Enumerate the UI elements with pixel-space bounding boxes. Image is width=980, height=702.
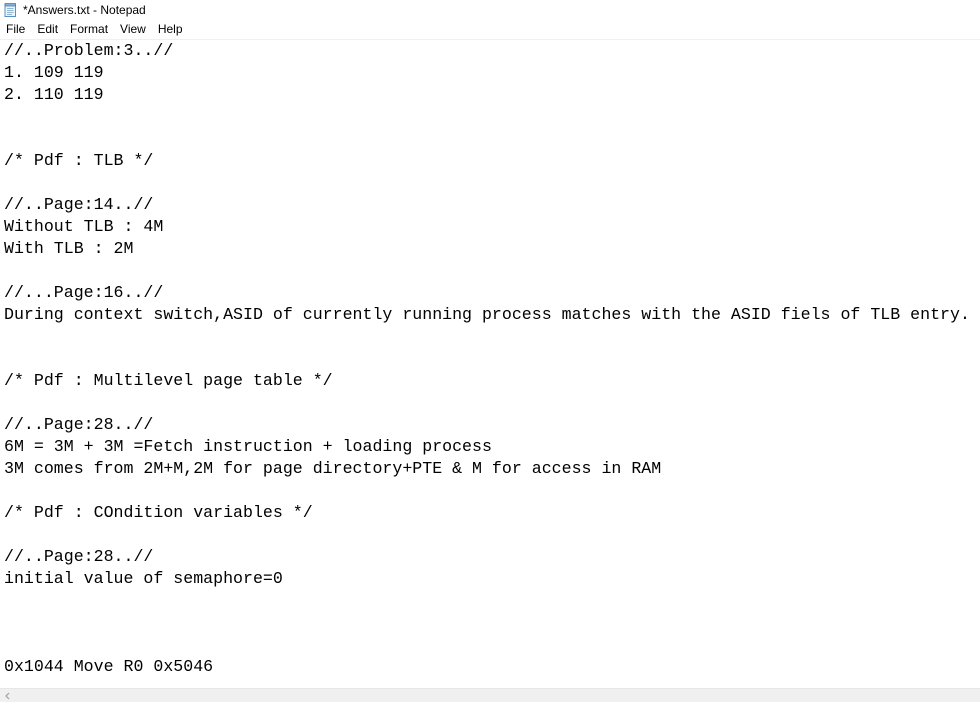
editor-text[interactable]: //..Problem:3..//1. 109 119 2. 110 119 /* … (4, 40, 980, 678)
text-line[interactable]: 6M = 3M + 3M =Fetch instruction + loadin… (4, 436, 980, 458)
menu-help[interactable]: Help (152, 20, 189, 39)
text-line[interactable]: /* Pdf : Multilevel page table */ (4, 370, 980, 392)
text-line[interactable] (4, 612, 980, 634)
text-line[interactable]: //..Problem:3..// (4, 40, 980, 62)
text-line[interactable]: 1. 109 119 (4, 62, 980, 84)
text-line[interactable] (4, 392, 980, 414)
text-line[interactable]: Without TLB : 4M (4, 216, 980, 238)
text-line[interactable] (4, 106, 980, 128)
text-line[interactable] (4, 348, 980, 370)
text-line[interactable]: 2. 110 119 (4, 84, 980, 106)
scroll-left-arrow-icon[interactable] (2, 690, 14, 702)
text-line[interactable]: initial value of semaphore=0 (4, 568, 980, 590)
text-line[interactable] (4, 634, 980, 656)
text-line[interactable] (4, 260, 980, 282)
text-line[interactable]: With TLB : 2M (4, 238, 980, 260)
window-title: *Answers.txt - Notepad (23, 2, 146, 17)
menu-format[interactable]: Format (64, 20, 114, 39)
text-line[interactable]: 0x1044 Move R0 0x5046 (4, 656, 980, 678)
text-line[interactable]: //...Page:16..// (4, 282, 980, 304)
text-editor-area[interactable]: //..Problem:3..//1. 109 119 2. 110 119 /* … (0, 40, 980, 688)
text-line[interactable]: //..Page:28..// (4, 414, 980, 436)
notepad-window: *Answers.txt - Notepad File Edit Format … (0, 0, 980, 702)
text-line[interactable]: 3M comes from 2M+M,2M for page directory… (4, 458, 980, 480)
text-line[interactable] (4, 524, 980, 546)
menu-view[interactable]: View (114, 20, 152, 39)
text-line[interactable]: //..Page:28..// (4, 546, 980, 568)
text-line[interactable] (4, 128, 980, 150)
text-line[interactable]: /* Pdf : TLB */ (4, 150, 980, 172)
notepad-icon (4, 2, 17, 17)
text-line[interactable] (4, 172, 980, 194)
menu-bar: File Edit Format View Help (0, 20, 980, 40)
menu-file[interactable]: File (0, 20, 31, 39)
title-bar[interactable]: *Answers.txt - Notepad (0, 0, 980, 19)
text-line[interactable] (4, 590, 980, 612)
text-line[interactable] (4, 480, 980, 502)
horizontal-scrollbar[interactable] (0, 688, 980, 702)
text-line[interactable]: During context switch,ASID of currently … (4, 304, 980, 326)
text-line[interactable]: /* Pdf : COndition variables */ (4, 502, 980, 524)
text-line[interactable] (4, 326, 980, 348)
menu-edit[interactable]: Edit (31, 20, 64, 39)
text-line[interactable]: //..Page:14..// (4, 194, 980, 216)
